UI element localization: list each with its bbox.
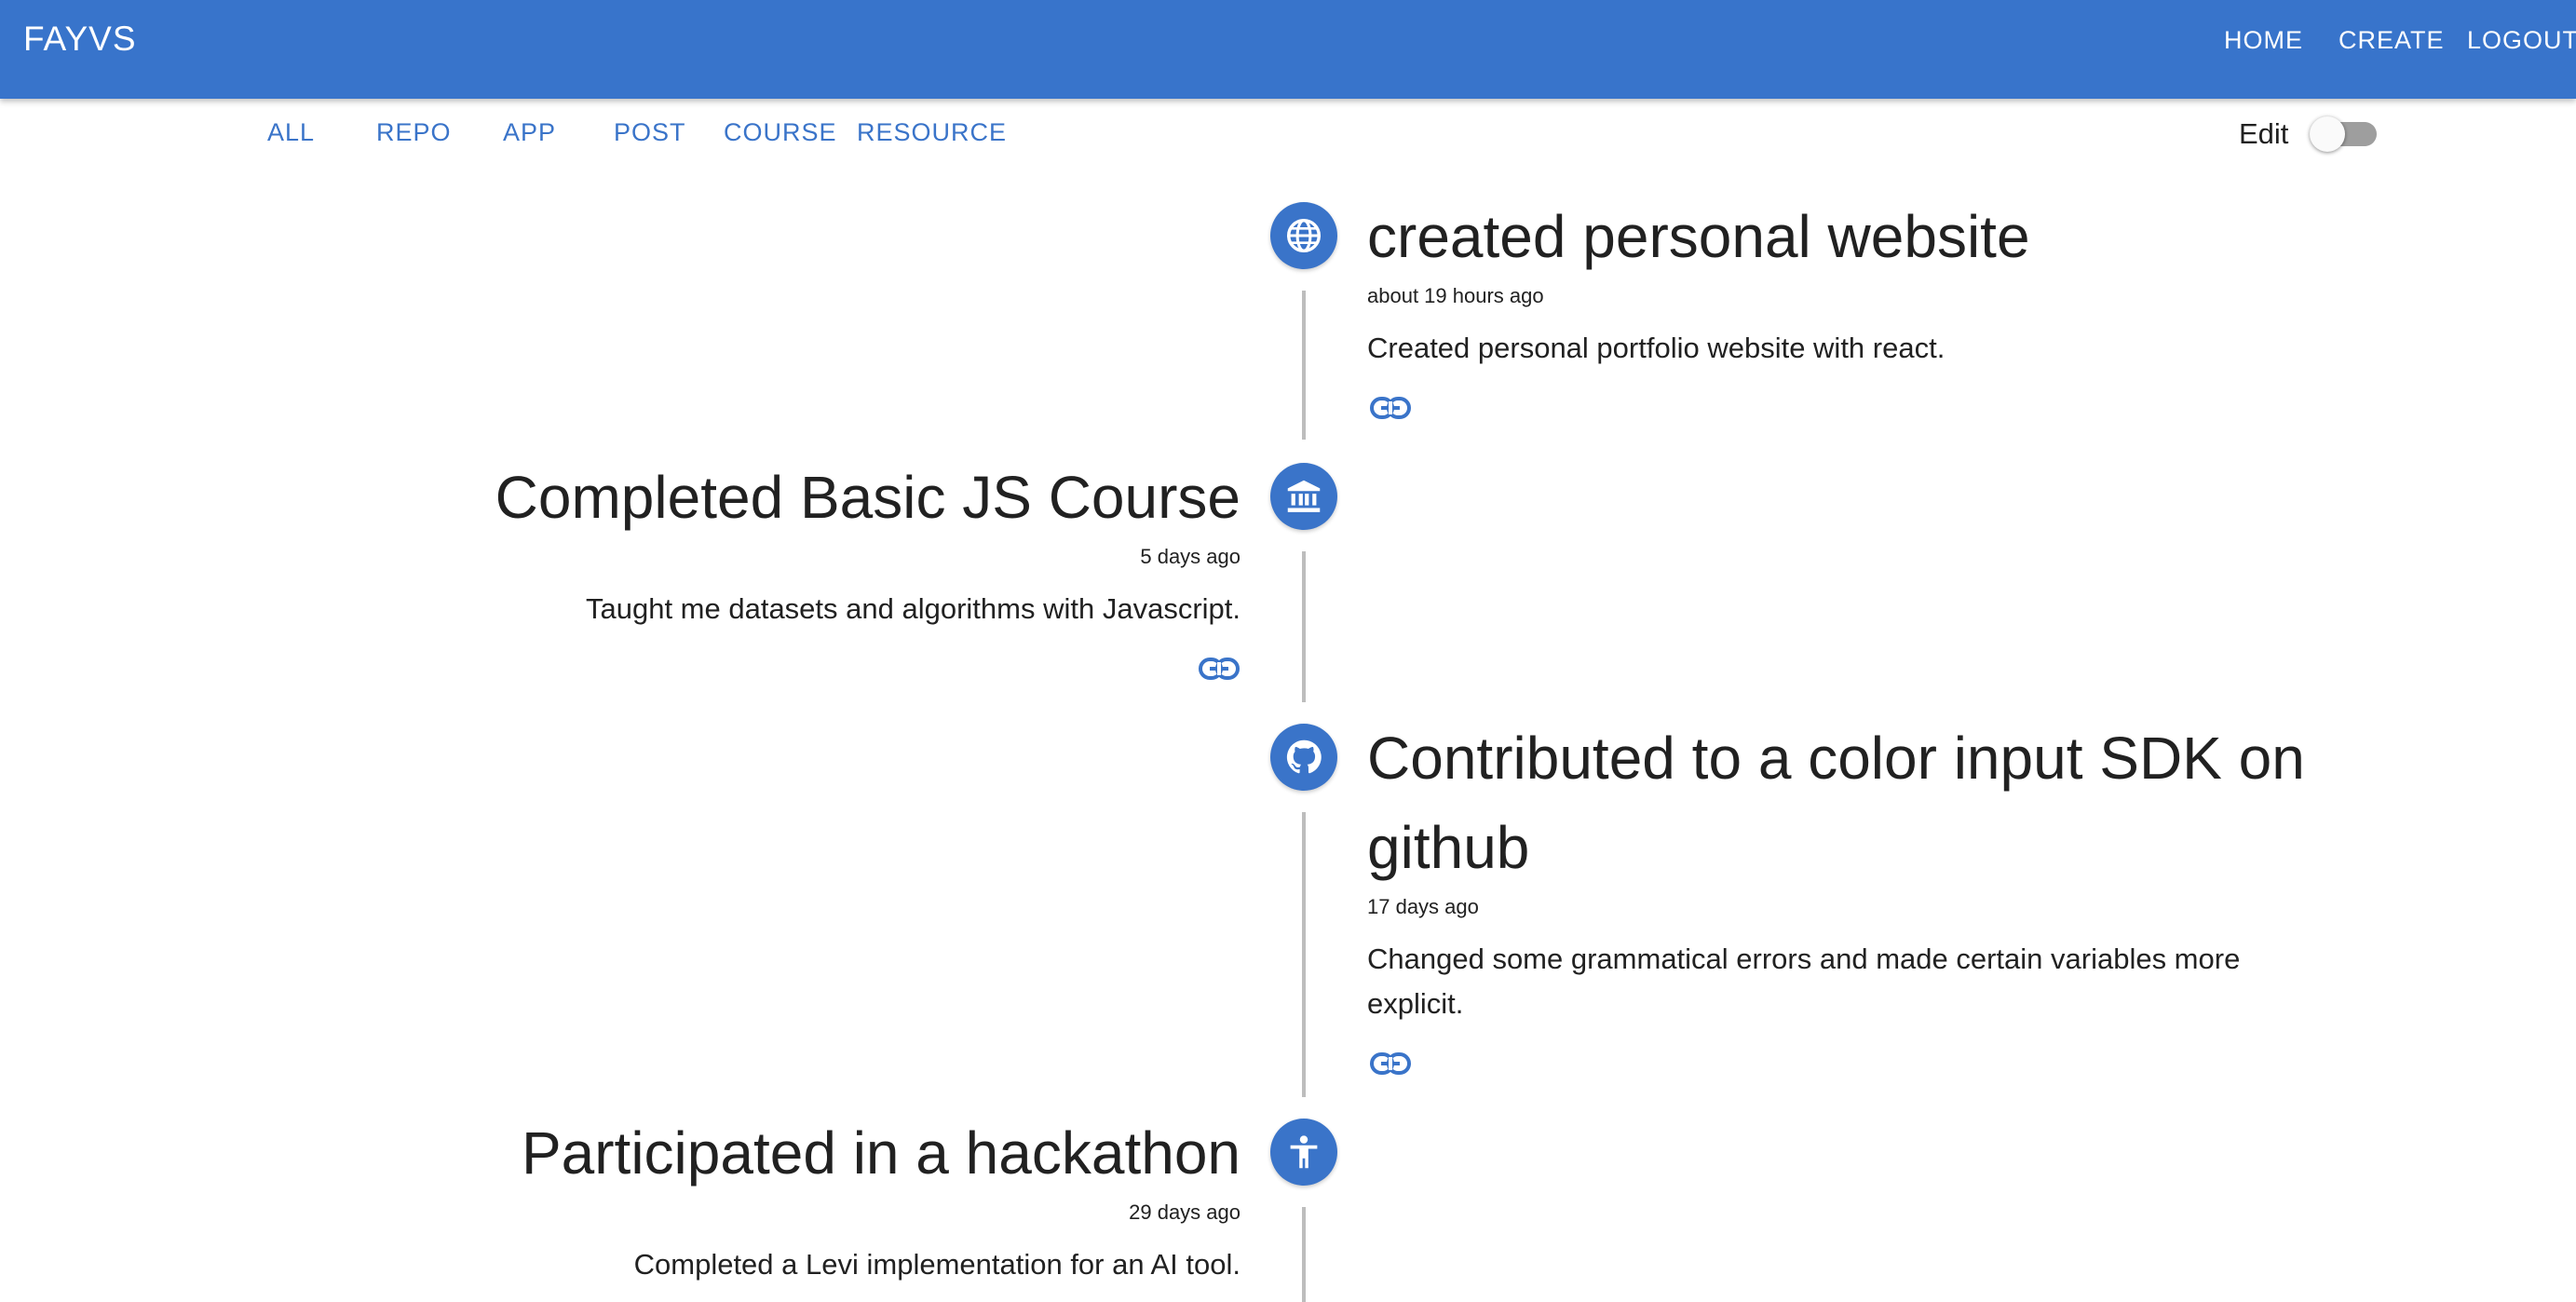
timeline-dot — [1270, 724, 1337, 791]
timeline-dot — [1270, 463, 1337, 530]
nav-logout-link[interactable]: LOGOUT — [2467, 23, 2576, 57]
brand-logo[interactable]: FAYVS — [23, 19, 137, 60]
timeline-connector — [1302, 812, 1306, 1097]
timeline-item-time: 29 days ago — [1129, 1200, 1241, 1224]
timeline-item-title: created personal website — [1367, 203, 2030, 270]
bank-icon — [1287, 480, 1321, 512]
timeline-item-description: Completed a Levi implementation for an A… — [633, 1248, 1241, 1281]
timeline-item-time: 5 days ago — [1140, 545, 1241, 568]
link-icon[interactable] — [1369, 1051, 1412, 1077]
timeline-item-time: about 19 hours ago — [1367, 284, 1544, 307]
timeline-item-time: 17 days ago — [1367, 895, 1479, 918]
accessibility-icon — [1290, 1135, 1318, 1169]
timeline-dot — [1270, 1119, 1337, 1186]
filter-app-tab[interactable]: APP — [503, 115, 556, 149]
timeline-connector — [1302, 291, 1306, 440]
timeline-connector — [1302, 1207, 1306, 1302]
timeline-dot — [1270, 202, 1337, 269]
timeline-item-title: Completed Basic JS Course — [495, 464, 1241, 531]
timeline-item-title: Participated in a hackathon — [521, 1119, 1241, 1187]
edit-toggle-label: Edit — [2239, 117, 2289, 150]
edit-toggle-thumb[interactable] — [2310, 116, 2345, 152]
github-icon — [1286, 739, 1322, 774]
globe-icon — [1286, 218, 1322, 253]
filter-post-tab[interactable]: POST — [614, 115, 686, 149]
link-icon[interactable] — [1369, 395, 1412, 421]
edit-toggle-switch[interactable] — [2310, 116, 2377, 152]
nav-create-link[interactable]: CREATE — [2339, 23, 2445, 57]
filter-resource-tab[interactable]: RESOURCE — [857, 115, 1007, 149]
filter-repo-tab[interactable]: REPO — [376, 115, 452, 149]
timeline-item-title: Contributed to a color input SDK on gith… — [1367, 725, 2305, 881]
timeline-item-description: Created personal portfolio website with … — [1367, 332, 1946, 364]
app-bar: FAYVS HOME CREATE LOGOUT — [0, 0, 2576, 99]
nav-home-link[interactable]: HOME — [2224, 23, 2303, 57]
timeline-item-description: Taught me datasets and algorithms with J… — [585, 592, 1241, 625]
filter-all-tab[interactable]: ALL — [267, 115, 315, 149]
timeline-connector — [1302, 551, 1306, 702]
link-icon[interactable] — [1198, 656, 1241, 682]
filter-course-tab[interactable]: COURSE — [724, 115, 837, 149]
timeline-item-description: Changed some grammatical errors and made… — [1367, 943, 2241, 1020]
